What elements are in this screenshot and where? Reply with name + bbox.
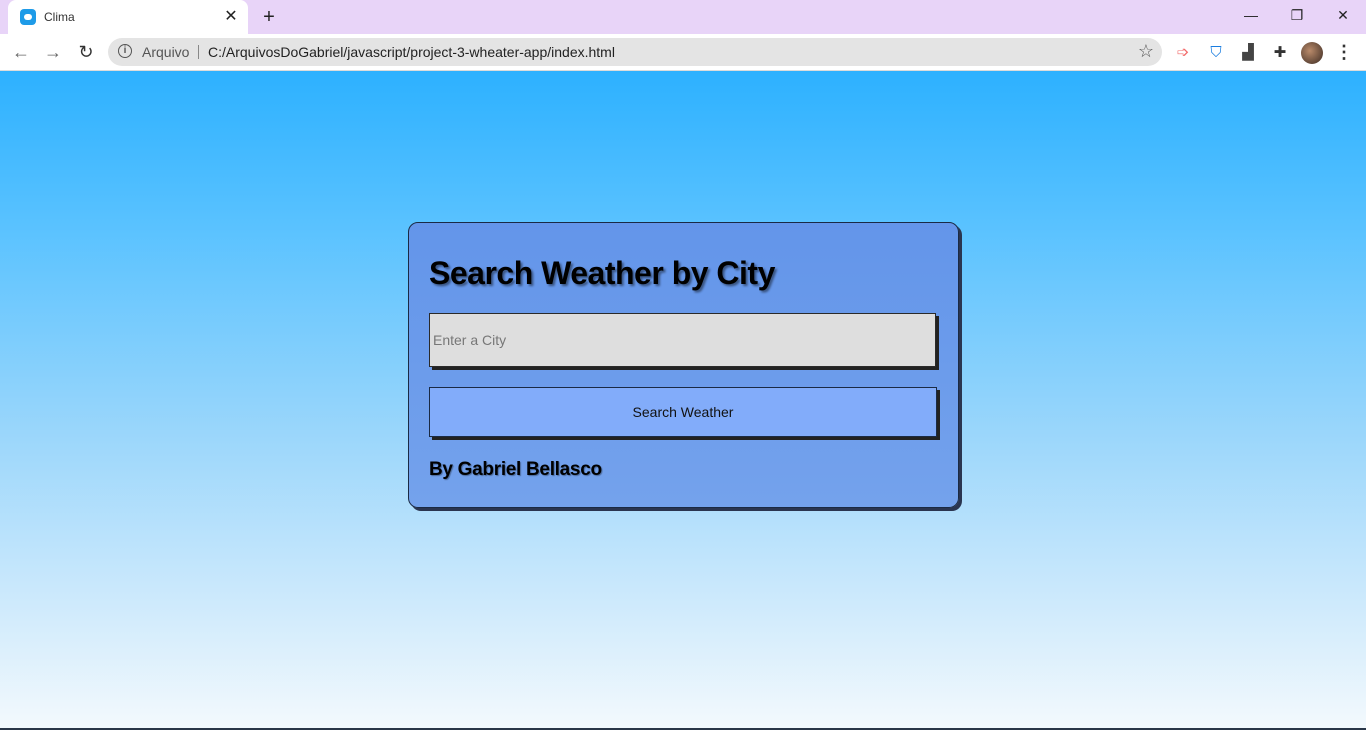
back-button[interactable]: ← bbox=[10, 41, 32, 63]
search-card: Search Weather by City Search Weather By… bbox=[408, 222, 959, 508]
extension-shield-icon[interactable]: ⛉ bbox=[1206, 43, 1226, 63]
site-security-label: Arquivo bbox=[142, 44, 190, 60]
info-icon[interactable]: i bbox=[118, 44, 132, 58]
tab-title: Clima bbox=[44, 10, 75, 24]
address-separator bbox=[198, 45, 199, 59]
bookmark-star-icon[interactable]: ☆ bbox=[1138, 41, 1154, 62]
tab-strip: Clima ✕ + — ❐ ✕ bbox=[0, 0, 1366, 34]
minimize-button[interactable]: — bbox=[1236, 4, 1266, 26]
url-text[interactable]: C:/ArquivosDoGabriel/javascript/project-… bbox=[208, 44, 615, 60]
tab-clima[interactable]: Clima ✕ bbox=[8, 0, 248, 34]
address-bar[interactable]: i Arquivo C:/ArquivosDoGabriel/javascrip… bbox=[108, 38, 1162, 66]
city-search-input[interactable] bbox=[429, 313, 936, 367]
restore-button[interactable]: ❐ bbox=[1282, 4, 1312, 26]
close-window-button[interactable]: ✕ bbox=[1328, 4, 1358, 26]
new-tab-button[interactable]: + bbox=[258, 6, 280, 28]
browser-menu-icon[interactable]: ⋮ bbox=[1334, 41, 1354, 63]
page-title: Search Weather by City bbox=[429, 255, 775, 291]
author-byline: By Gabriel Bellasco bbox=[429, 459, 602, 480]
page-viewport: Search Weather by City Search Weather By… bbox=[0, 71, 1366, 728]
browser-toolbar: ← → ↻ i Arquivo C:/ArquivosDoGabriel/jav… bbox=[0, 34, 1366, 71]
extensions-puzzle-icon[interactable]: ✚ bbox=[1270, 43, 1290, 63]
profile-avatar[interactable] bbox=[1301, 42, 1323, 64]
forward-button[interactable]: → bbox=[42, 41, 64, 63]
close-tab-icon[interactable]: ✕ bbox=[222, 8, 240, 26]
reload-button[interactable]: ↻ bbox=[75, 41, 97, 63]
extension-video-icon[interactable]: ➩ bbox=[1173, 43, 1193, 63]
weather-app-favicon-icon bbox=[20, 9, 36, 25]
extension-signal-icon[interactable]: ▟ bbox=[1238, 43, 1258, 63]
search-weather-button[interactable]: Search Weather bbox=[429, 387, 937, 437]
